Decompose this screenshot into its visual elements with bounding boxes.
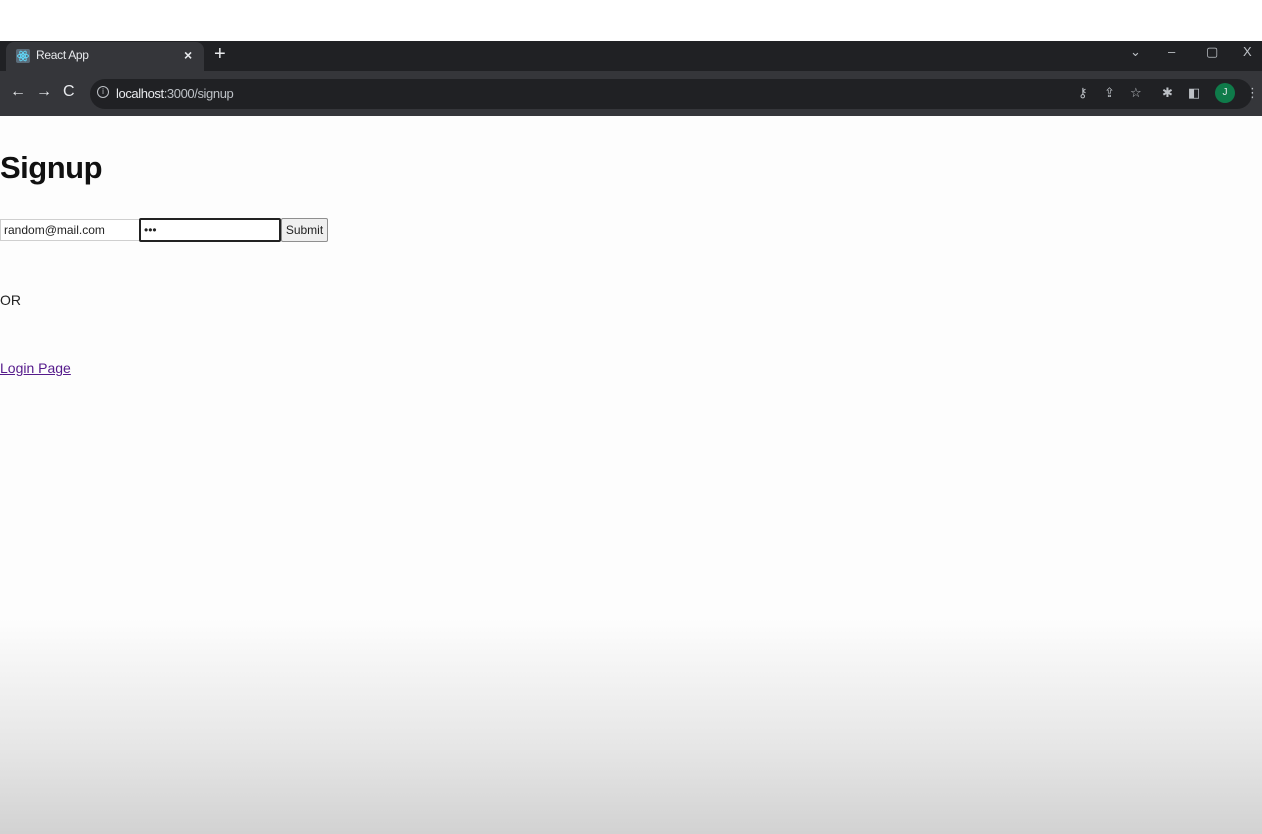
- email-field[interactable]: [0, 219, 141, 241]
- side-panel-icon[interactable]: ◧: [1188, 85, 1200, 101]
- or-separator: OR: [0, 292, 21, 308]
- browser-chrome: React App × + ⌄ – ▢ X ← → C i localhost:…: [0, 41, 1262, 116]
- password-key-icon[interactable]: ⚷: [1078, 85, 1088, 101]
- extensions-icon[interactable]: ✱: [1162, 85, 1173, 101]
- back-arrow-icon[interactable]: ←: [10, 83, 26, 101]
- profile-avatar[interactable]: J: [1215, 83, 1235, 103]
- password-field[interactable]: [139, 218, 281, 242]
- tab-close-icon[interactable]: ×: [184, 47, 192, 63]
- login-page-link[interactable]: Login Page: [0, 360, 71, 376]
- reload-icon[interactable]: C: [63, 83, 75, 101]
- minimize-icon[interactable]: –: [1168, 44, 1175, 59]
- tab-react-app[interactable]: React App ×: [6, 42, 204, 72]
- bookmark-star-icon[interactable]: ☆: [1130, 85, 1142, 101]
- tab-search-icon[interactable]: ⌄: [1130, 44, 1141, 60]
- page-title: Signup: [0, 150, 103, 185]
- more-menu-icon[interactable]: ⋮: [1246, 85, 1259, 101]
- browser-toolbar: ← → C i localhost:3000/signup ⚷ ⇪ ☆ ✱ ◧ …: [0, 71, 1262, 116]
- react-logo-icon: [16, 49, 30, 63]
- submit-button[interactable]: Submit: [281, 218, 328, 242]
- share-icon[interactable]: ⇪: [1104, 85, 1115, 101]
- tab-strip: React App × + ⌄ – ▢ X: [0, 41, 1262, 72]
- close-window-icon[interactable]: X: [1243, 44, 1252, 59]
- tab-title: React App: [36, 48, 89, 62]
- forward-arrow-icon[interactable]: →: [36, 83, 52, 101]
- url-text: localhost:3000/signup: [116, 86, 234, 101]
- site-info-icon[interactable]: i: [97, 86, 109, 98]
- page-content: Signup Submit OR Login Page: [0, 116, 1262, 834]
- new-tab-button[interactable]: +: [214, 43, 226, 66]
- restore-icon[interactable]: ▢: [1206, 44, 1218, 60]
